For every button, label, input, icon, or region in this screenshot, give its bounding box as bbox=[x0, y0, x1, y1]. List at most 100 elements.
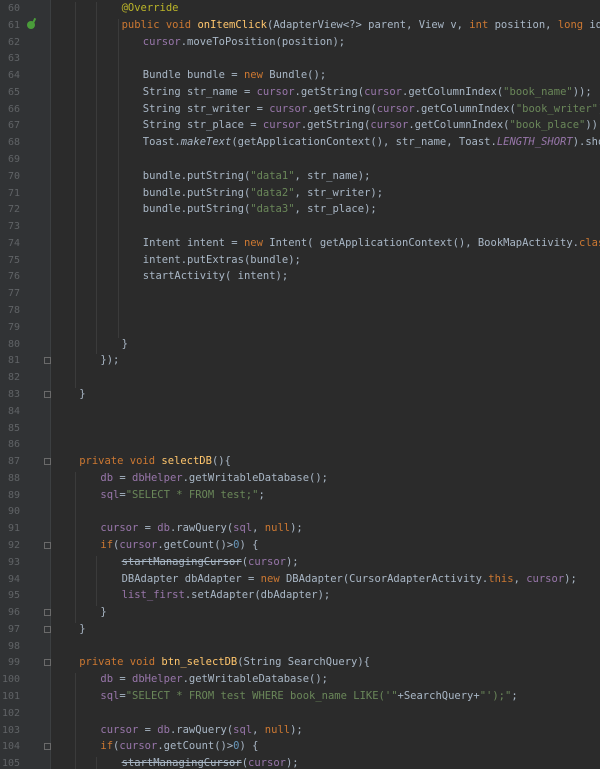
line-number: 61 bbox=[7, 19, 20, 31]
code-line[interactable]: 92 if(cursor.getCount()>0) { bbox=[0, 537, 600, 554]
code-line[interactable]: 66 String str_writer = cursor.getString(c… bbox=[0, 101, 600, 118]
code-line[interactable]: 103 cursor = db.rawQuery(sql, null); bbox=[0, 722, 600, 739]
code-line[interactable]: 75 intent.putExtras(bundle); bbox=[0, 252, 600, 269]
code-line[interactable]: 100 db = dbHelper.getWritableDatabase(); bbox=[0, 671, 600, 688]
code-line[interactable]: 90 bbox=[0, 503, 600, 520]
code-token: } bbox=[79, 622, 86, 635]
code-text: String str_name = cursor.getString(curso… bbox=[143, 84, 592, 101]
code-token: this bbox=[488, 572, 514, 585]
line-number: 80 bbox=[7, 338, 20, 350]
code-line[interactable]: 88 db = dbHelper.getWritableDatabase(); bbox=[0, 470, 600, 487]
code-token: sql bbox=[100, 689, 120, 702]
indent-guide bbox=[117, 18, 119, 338]
code-line[interactable]: 95 list_first.setAdapter(dbAdapter); bbox=[0, 587, 600, 604]
code-token: )); bbox=[585, 119, 600, 132]
code-token: cursor bbox=[269, 102, 308, 115]
indent-guide bbox=[75, 2, 77, 388]
override-gutter-icon[interactable] bbox=[27, 20, 35, 29]
code-line[interactable]: 97} bbox=[0, 621, 600, 638]
code-line[interactable]: 68 Toast.makeText(getApplicationContext()… bbox=[0, 134, 600, 151]
code-token: .getCount()> bbox=[157, 538, 234, 551]
code-line[interactable]: 99 private void btn_selectDB(String Searc… bbox=[0, 654, 600, 671]
code-text: bundle.putString("data1", str_name); bbox=[143, 168, 371, 185]
code-line[interactable]: 76 startActivity( intent); bbox=[0, 268, 600, 285]
line-number: 69 bbox=[7, 154, 20, 166]
code-line[interactable]: 70 bundle.putString("data1", str_name); bbox=[0, 168, 600, 185]
fold-marker-icon[interactable] bbox=[44, 458, 51, 466]
code-line[interactable]: 77 bbox=[0, 285, 600, 302]
code-token: ); bbox=[285, 757, 299, 769]
line-number: 91 bbox=[7, 523, 20, 535]
code-token: "data3" bbox=[250, 203, 295, 216]
code-line[interactable]: 105 startManagingCursor(cursor); bbox=[0, 755, 600, 769]
code-line[interactable]: 63 bbox=[0, 50, 600, 67]
code-token: bundle.putString( bbox=[142, 203, 251, 216]
code-line[interactable]: 98 bbox=[0, 638, 600, 655]
code-text: sql="SELECT * FROM test WHERE book_name … bbox=[100, 688, 517, 705]
code-token: @Override bbox=[121, 2, 179, 14]
code-token: String str_name = bbox=[142, 85, 257, 98]
line-number: 103 bbox=[1, 724, 20, 736]
code-line[interactable]: 62 cursor.moveToPosition(position); bbox=[0, 34, 600, 51]
code-line[interactable]: 84 bbox=[0, 403, 600, 420]
code-line[interactable]: 91 cursor = db.rawQuery(sql, null); bbox=[0, 520, 600, 537]
code-text: db = dbHelper.getWritableDatabase(); bbox=[100, 470, 328, 487]
code-token: .getString( bbox=[307, 102, 377, 115]
code-line[interactable]: 64 Bundle bundle = new Bundle(); bbox=[0, 67, 600, 84]
code-text: sql="SELECT * FROM test;"; bbox=[100, 487, 264, 504]
code-text: db = dbHelper.getWritableDatabase(); bbox=[100, 671, 328, 688]
code-text: startManagingCursor(cursor); bbox=[122, 554, 299, 571]
code-line[interactable]: 65 String str_name = cursor.getString(cur… bbox=[0, 84, 600, 101]
code-line[interactable]: 89 sql="SELECT * FROM test;"; bbox=[0, 487, 600, 504]
code-line[interactable]: 73 bbox=[0, 218, 600, 235]
code-line[interactable]: 85 bbox=[0, 420, 600, 437]
code-token: Intent intent = bbox=[142, 236, 244, 249]
code-text: private void selectDB(){ bbox=[79, 453, 231, 470]
code-line[interactable]: 101 sql="SELECT * FROM test WHERE book_na… bbox=[0, 688, 600, 705]
fold-marker-icon[interactable] bbox=[44, 743, 51, 751]
code-token: btn_selectDB bbox=[161, 656, 238, 669]
line-number: 104 bbox=[1, 741, 20, 753]
code-line[interactable]: 102 bbox=[0, 705, 600, 722]
fold-marker-icon[interactable] bbox=[44, 541, 51, 549]
code-line[interactable]: 93 startManagingCursor(cursor); bbox=[0, 554, 600, 571]
code-line[interactable]: 87 private void selectDB(){ bbox=[0, 453, 600, 470]
code-text: } bbox=[100, 604, 106, 621]
line-number: 89 bbox=[7, 489, 20, 501]
fold-marker-icon[interactable] bbox=[44, 625, 51, 633]
code-line[interactable]: 82 bbox=[0, 369, 600, 386]
code-line[interactable]: 81}); bbox=[0, 352, 600, 369]
code-line[interactable]: 72 bundle.putString("data3", str_place); bbox=[0, 201, 600, 218]
code-line[interactable]: 74 Intent intent = new Intent( getApplica… bbox=[0, 235, 600, 252]
code-token: db bbox=[157, 522, 170, 535]
code-token: long bbox=[557, 18, 590, 31]
code-editor[interactable]: 60 @Override 61 public void onItemClick(Ada… bbox=[0, 0, 600, 769]
fold-marker-icon[interactable] bbox=[44, 390, 51, 398]
fold-marker-icon[interactable] bbox=[44, 609, 51, 617]
fold-marker-icon[interactable] bbox=[44, 357, 51, 365]
code-line[interactable]: 94 DBAdapter dbAdapter = new DBAdapter(Cu… bbox=[0, 571, 600, 588]
code-token: makeText bbox=[180, 136, 232, 149]
code-token: .setAdapter(dbAdapter); bbox=[184, 589, 331, 602]
code-line[interactable]: 83} bbox=[0, 386, 600, 403]
code-line[interactable]: 79 bbox=[0, 319, 600, 336]
fold-marker-icon[interactable] bbox=[44, 659, 51, 667]
code-line[interactable]: 61 public void onItemClick(AdapterView<?>… bbox=[0, 17, 600, 34]
code-line[interactable]: 69 bbox=[0, 151, 600, 168]
code-token: "');" bbox=[479, 689, 512, 702]
code-line[interactable]: 67 String str_place = cursor.getString(cu… bbox=[0, 117, 600, 134]
code-line[interactable]: 60 @Override bbox=[0, 0, 600, 17]
code-token: "SELECT * FROM test;" bbox=[125, 488, 259, 501]
code-token: ; bbox=[511, 689, 518, 702]
code-token: int bbox=[469, 18, 495, 31]
code-line[interactable]: 104 if(cursor.getCount()>0) { bbox=[0, 738, 600, 755]
code-line[interactable]: 86 bbox=[0, 436, 600, 453]
code-line[interactable]: 71 bundle.putString("data2", str_writer); bbox=[0, 185, 600, 202]
code-token: (){ bbox=[211, 455, 231, 468]
code-line[interactable]: 96} bbox=[0, 604, 600, 621]
code-token: LENGTH_SHORT bbox=[496, 136, 573, 149]
line-number: 75 bbox=[7, 254, 20, 266]
code-line[interactable]: 80} bbox=[0, 336, 600, 353]
code-line[interactable]: 78 bbox=[0, 302, 600, 319]
line-number: 81 bbox=[7, 355, 20, 367]
